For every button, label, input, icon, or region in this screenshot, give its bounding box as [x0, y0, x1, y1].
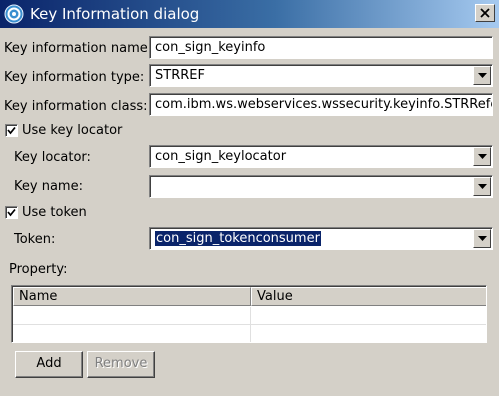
app-icon	[4, 4, 24, 24]
table-row[interactable]	[13, 325, 486, 342]
title-bar[interactable]: Key Information dialog	[0, 0, 499, 28]
use-token-checkbox[interactable]	[5, 206, 18, 219]
key-name-select[interactable]	[149, 175, 493, 198]
key-info-type-dropdown-button[interactable]	[473, 66, 491, 85]
key-info-type-label: Key information type:	[4, 70, 145, 85]
key-info-type-value: STRREF	[155, 68, 205, 83]
key-locator-value: con_sign_keylocator	[155, 149, 287, 164]
key-info-name-label: Key information name:	[4, 41, 153, 56]
table-row[interactable]	[13, 307, 486, 325]
token-value: con_sign_tokenconsumer	[155, 231, 321, 246]
cell-divider	[250, 325, 251, 342]
checkmark-icon	[7, 126, 16, 135]
key-name-dropdown-button[interactable]	[473, 177, 491, 196]
use-key-locator-label: Use key locator	[22, 123, 123, 138]
column-header-value[interactable]: Value	[251, 287, 486, 306]
checkmark-icon	[7, 208, 16, 217]
column-header-name[interactable]: Name	[13, 287, 251, 306]
key-info-type-select[interactable]: STRREF	[149, 64, 493, 87]
key-info-class-label: Key information class:	[4, 99, 148, 114]
chevron-down-icon	[478, 236, 487, 241]
close-button[interactable]	[475, 4, 495, 22]
chevron-down-icon	[478, 73, 487, 78]
key-info-name-value: con_sign_keyinfo	[155, 40, 266, 55]
chevron-down-icon	[478, 154, 487, 159]
cell-divider	[250, 307, 251, 325]
key-name-label: Key name:	[14, 179, 83, 194]
key-locator-label: Key locator:	[14, 150, 91, 165]
remove-button[interactable]: Remove	[87, 351, 155, 378]
token-dropdown-button[interactable]	[473, 229, 491, 248]
key-info-name-input[interactable]: con_sign_keyinfo	[149, 36, 493, 59]
add-button[interactable]: Add	[15, 351, 83, 378]
use-key-locator-checkbox[interactable]	[5, 124, 18, 137]
token-label: Token:	[14, 232, 56, 247]
key-info-class-value: com.ibm.ws.webservices.wssecurity.keyinf…	[155, 97, 493, 112]
property-table[interactable]: Name Value	[11, 285, 487, 343]
close-icon	[480, 8, 490, 18]
key-locator-select[interactable]: con_sign_keylocator	[149, 145, 493, 168]
property-label: Property:	[9, 262, 68, 277]
token-select[interactable]: con_sign_tokenconsumer	[149, 227, 493, 250]
key-information-dialog: Key Information dialog Key information n…	[0, 0, 499, 396]
chevron-down-icon	[478, 184, 487, 189]
key-info-class-input[interactable]: com.ibm.ws.webservices.wssecurity.keyinf…	[149, 93, 493, 116]
window-title: Key Information dialog	[30, 5, 200, 23]
use-token-label: Use token	[22, 205, 87, 220]
key-locator-dropdown-button[interactable]	[473, 147, 491, 166]
